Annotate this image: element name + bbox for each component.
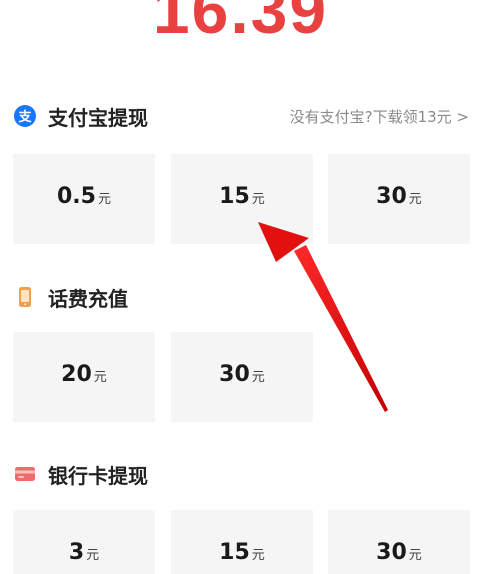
bank-card-section-header: 银行卡提现	[14, 459, 469, 489]
alipay-option-15[interactable]: 15 元	[171, 154, 313, 244]
option-unit: 元	[97, 192, 111, 207]
option-unit: 元	[251, 192, 265, 207]
option-amount: 30	[376, 540, 407, 565]
bank-card-icon	[14, 463, 36, 485]
option-amount: 15	[219, 184, 250, 209]
option-amount: 3	[68, 540, 85, 565]
phone-recharge-section-title: 话费充值	[48, 286, 128, 311]
option-unit: 元	[86, 548, 100, 563]
bank-option-15[interactable]: 15 元	[171, 510, 313, 574]
download-alipay-link[interactable]: 没有支付宝?下载领13元 >	[290, 106, 469, 127]
phone-recharge-section-header: 话费充值	[14, 282, 469, 312]
alipay-option-0-5[interactable]: 0.5 元	[13, 154, 155, 244]
option-amount: 15	[219, 540, 250, 565]
alipay-section-title: 支付宝提现	[48, 105, 148, 130]
bank-option-30[interactable]: 30 元	[328, 510, 470, 574]
bank-card-section-title: 银行卡提现	[48, 463, 148, 488]
option-amount: 30	[376, 184, 407, 209]
balance-amount: 16.39	[152, 0, 329, 47]
bank-option-3[interactable]: 3 元	[13, 510, 155, 574]
alipay-option-30[interactable]: 30 元	[328, 154, 470, 244]
alipay-icon: 支	[14, 105, 36, 127]
withdraw-page: 16.39 支 支付宝提现 没有支付宝?下载领13元 > 0.5 元 15 元 …	[0, 0, 481, 574]
option-unit: 元	[251, 370, 265, 385]
option-amount: 0.5	[57, 184, 96, 209]
option-unit: 元	[93, 370, 107, 385]
option-unit: 元	[408, 192, 422, 207]
alipay-section-header: 支 支付宝提现 没有支付宝?下载领13元 >	[14, 101, 469, 131]
option-unit: 元	[408, 548, 422, 563]
option-amount: 30	[219, 362, 250, 387]
option-amount: 20	[61, 362, 92, 387]
phone-option-30[interactable]: 30 元	[171, 332, 313, 422]
option-unit: 元	[251, 548, 265, 563]
svg-text:支: 支	[17, 109, 32, 125]
phone-icon	[14, 286, 36, 308]
phone-option-20[interactable]: 20 元	[13, 332, 155, 422]
